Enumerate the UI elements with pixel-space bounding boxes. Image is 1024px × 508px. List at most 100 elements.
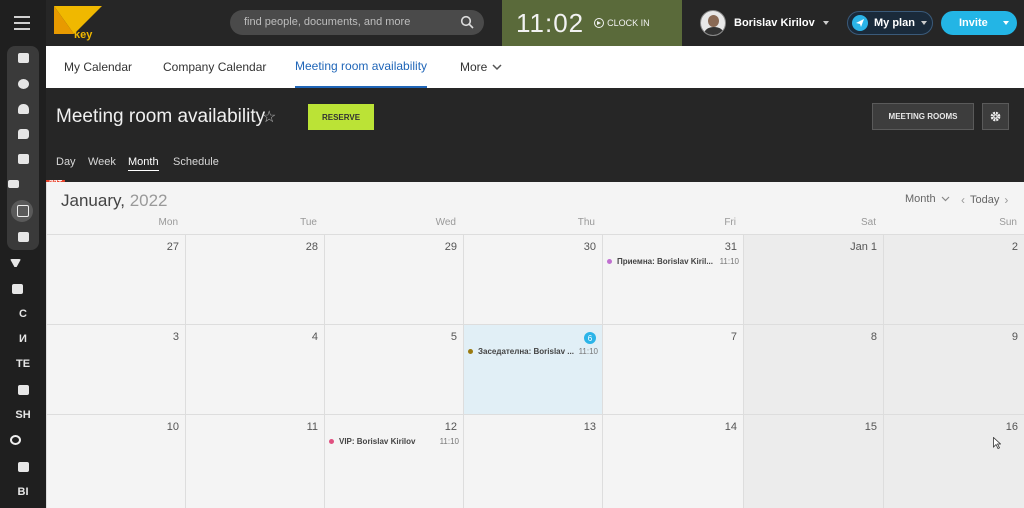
day-cell[interactable]: 3 <box>47 324 186 414</box>
day-cell[interactable]: 11 <box>186 414 325 508</box>
rail-item-te[interactable]: TE <box>0 352 46 376</box>
settings-button[interactable] <box>982 103 1009 130</box>
reserve-button[interactable]: RESERVE <box>308 104 374 130</box>
month-calendar: January, 2022 Month ‹ Today › Mon Tue Wed T… <box>46 182 1024 508</box>
day-cell[interactable]: 6 Заседателна: Borislav ... 11:10 <box>464 324 603 414</box>
weekday-header: Sun <box>999 217 1017 228</box>
user-menu[interactable]: Borislav Kirilov <box>700 9 829 37</box>
day-number: 10 <box>166 421 179 433</box>
day-number: 3 <box>172 331 179 343</box>
day-cell[interactable]: 12 VIP: Borislav Kirilov 11:10 <box>325 414 464 508</box>
tab-company-calendar[interactable]: Company Calendar <box>163 46 266 88</box>
search-placeholder: find people, documents, and more <box>244 16 411 28</box>
left-rail: 99+ 524 C И TE SH 10 BI <box>0 0 66 508</box>
day-number: 30 <box>583 241 596 253</box>
rocket-icon <box>852 15 868 31</box>
day-cell[interactable]: 27 <box>47 234 186 324</box>
view-schedule[interactable]: Schedule <box>173 156 219 170</box>
search-input[interactable]: find people, documents, and more <box>230 10 484 35</box>
rail-item-c[interactable]: C <box>0 302 46 326</box>
view-week[interactable]: Week <box>88 156 116 170</box>
gear-icon <box>990 111 1001 122</box>
star-icon[interactable]: ☆ <box>262 107 276 127</box>
day-number: 9 <box>1011 331 1018 343</box>
day-cell[interactable]: 15 <box>744 414 884 508</box>
calendar-icon <box>17 205 29 217</box>
day-number: 8 <box>870 331 877 343</box>
view-day[interactable]: Day <box>56 156 76 170</box>
day-cell[interactable]: 7 <box>603 324 744 414</box>
chevron-down-icon[interactable] <box>1003 21 1009 25</box>
rail-item-browser[interactable] <box>0 378 46 402</box>
day-cell[interactable]: 4 <box>186 324 325 414</box>
view-month[interactable]: Month <box>128 156 159 171</box>
rail-item-drive[interactable] <box>0 225 46 249</box>
tab-meeting-room-availability[interactable]: Meeting room availability <box>295 46 428 88</box>
my-plan-button[interactable]: My plan <box>847 11 933 35</box>
day-cell[interactable]: Jan 1 <box>744 234 884 324</box>
rail-item-stack[interactable] <box>0 455 46 479</box>
day-cell[interactable]: 16 <box>884 414 1024 508</box>
day-number: 28 <box>305 241 318 253</box>
rail-item-i[interactable]: И <box>0 327 46 351</box>
clock-in-label: CLOCK IN <box>607 18 650 28</box>
tab-more[interactable]: More <box>460 46 502 88</box>
meeting-rooms-button[interactable]: MEETING ROOMS <box>872 103 974 130</box>
rail-item-mail[interactable]: 99+ <box>0 172 66 196</box>
calendar-grid: 27 28 29 30 31 Приемна: Borislav Kiril... 11:1… <box>47 234 1024 508</box>
page-title: Meeting room availability <box>56 106 266 127</box>
rail-item-users[interactable] <box>0 97 46 121</box>
day-cell[interactable]: 14 <box>603 414 744 508</box>
calendar-event[interactable]: Заседателна: Borislav ... 11:10 <box>468 345 598 357</box>
rail-item-chat[interactable] <box>0 122 46 146</box>
invite-button[interactable]: Invite <box>941 11 1017 35</box>
rail-item-sites[interactable] <box>0 72 46 96</box>
day-cell[interactable]: 29 <box>325 234 464 324</box>
rail-item-filter[interactable]: 52 <box>0 251 62 275</box>
day-cell[interactable]: 8 <box>744 324 884 414</box>
day-cell[interactable]: 2 <box>884 234 1024 324</box>
weekday-header: Mon <box>158 217 178 228</box>
rail-item-calendar[interactable] <box>0 199 46 223</box>
logo[interactable]: key <box>52 4 104 42</box>
weekday-header: Thu <box>577 217 595 228</box>
day-cell[interactable]: 31 Приемна: Borislav Kiril... 11:10 <box>603 234 744 324</box>
mail-icon <box>7 180 19 188</box>
day-cell[interactable]: 28 <box>186 234 325 324</box>
chevron-left-icon[interactable]: ‹ <box>961 193 965 207</box>
rail-item-sh[interactable]: SH <box>0 403 46 427</box>
day-cell[interactable]: 30 <box>464 234 603 324</box>
rail-item-documents[interactable] <box>0 147 46 171</box>
te-letter: TE <box>15 358 31 370</box>
calendar-header: January, 2022 Month ‹ Today › <box>47 182 1024 216</box>
chat-icon <box>17 129 29 139</box>
logo-text: key <box>74 29 93 41</box>
day-cell[interactable]: 10 <box>47 414 186 508</box>
menu-icon[interactable] <box>14 16 30 30</box>
clock-in-button[interactable]: CLOCK IN <box>594 18 650 28</box>
rail-item-activity-stream[interactable] <box>0 46 46 70</box>
view-select[interactable]: Month <box>905 193 950 205</box>
rail-item-tasks[interactable]: 4 <box>0 277 61 301</box>
rail-item-bi[interactable]: BI <box>0 480 46 504</box>
tab-label: Meeting room availability <box>295 59 428 73</box>
activity-stream-icon <box>17 53 29 63</box>
search-icon[interactable] <box>460 15 474 29</box>
day-cell[interactable]: 13 <box>464 414 603 508</box>
day-number: 14 <box>724 421 737 433</box>
day-number: 27 <box>166 241 179 253</box>
browser-icon <box>17 385 29 395</box>
tab-label: My Calendar <box>64 60 133 74</box>
top-bar: key find people, documents, and more 11:… <box>46 0 1024 46</box>
rail-item-sync[interactable]: 10 <box>0 428 63 452</box>
clock-widget[interactable]: 11:02 CLOCK IN <box>502 0 682 46</box>
day-cell[interactable]: 5 <box>325 324 464 414</box>
calendar-event[interactable]: VIP: Borislav Kirilov 11:10 <box>329 435 459 447</box>
weekday-header: Sat <box>860 217 876 228</box>
today-button[interactable]: Today <box>970 194 999 206</box>
chevron-right-icon[interactable]: › <box>1004 193 1008 207</box>
day-cell[interactable]: 9 <box>884 324 1024 414</box>
sh-letter: SH <box>15 409 31 421</box>
calendar-event[interactable]: Приемна: Borislav Kiril... 11:10 <box>607 255 739 267</box>
tab-my-calendar[interactable]: My Calendar <box>64 46 132 88</box>
